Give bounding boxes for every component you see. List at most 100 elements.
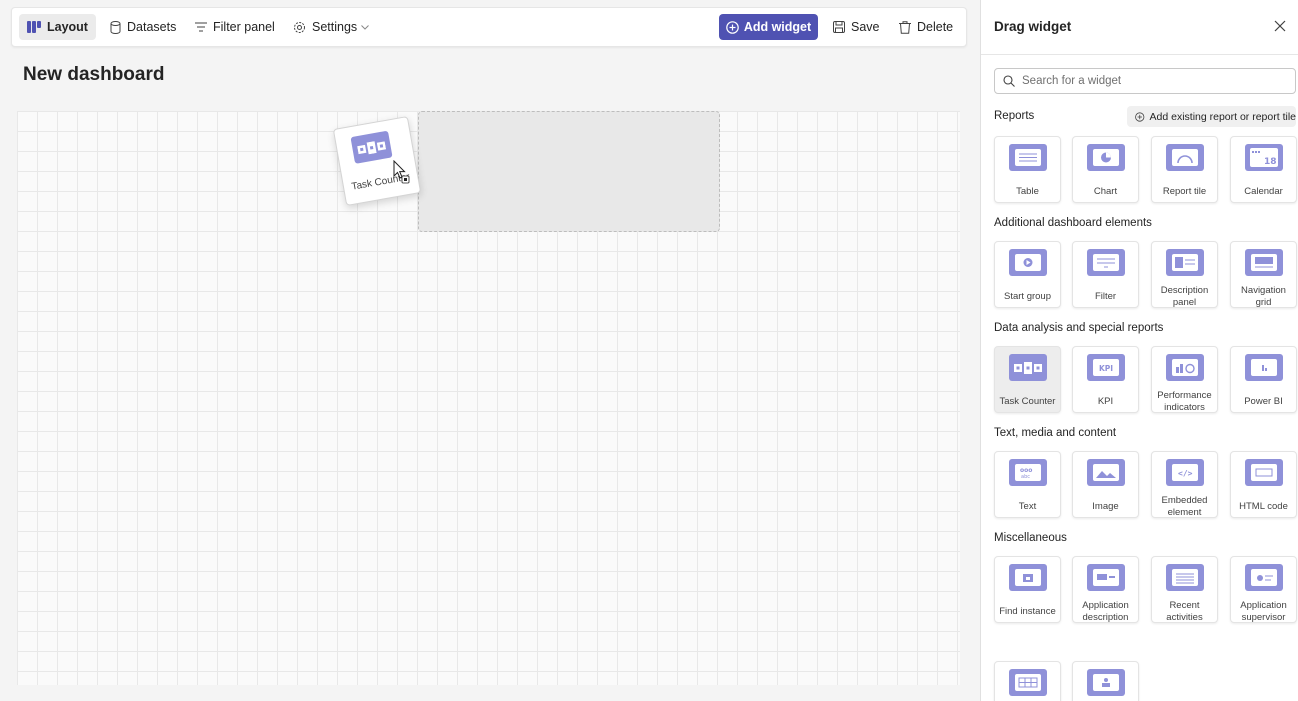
widget-tile-label: Filter <box>1094 291 1117 302</box>
delete-label: Delete <box>917 20 954 34</box>
filter-lines-icon <box>195 22 207 32</box>
widget-tile-filter[interactable]: Filter <box>1072 241 1139 308</box>
performance-indicators-icon <box>1166 354 1204 381</box>
calendar-icon: 18 <box>1245 144 1283 171</box>
section-title: Reports <box>994 110 1035 122</box>
database-icon <box>110 20 121 34</box>
widget-tile-label: Chart <box>1093 186 1118 197</box>
add-existing-report-button[interactable]: Add existing report or report tile <box>1127 106 1296 127</box>
save-icon <box>833 21 845 33</box>
move-cursor-icon <box>393 160 410 184</box>
add-existing-label: Add existing report or report tile <box>1149 110 1297 123</box>
widget-tile-label: Task Counter <box>999 396 1056 407</box>
widget-tile-text[interactable]: ooo abc Text <box>994 451 1061 518</box>
widget-tile-label: Application supervisor <box>1240 600 1287 623</box>
start-group-icon <box>1009 249 1047 276</box>
settings-menu[interactable]: Settings <box>285 14 377 40</box>
panel-header: Drag widget <box>981 0 1298 55</box>
widget-tile-application-description[interactable]: Application description <box>1072 556 1139 623</box>
settings-label: Settings <box>312 20 358 34</box>
widget-tile-label: Table <box>1016 186 1039 197</box>
widget-tile-recent-activities[interactable]: Recent activities <box>1151 556 1218 623</box>
layout-tab[interactable]: Layout <box>19 14 96 40</box>
filter-panel-tab[interactable]: Filter panel <box>187 14 283 40</box>
toolbar: Layout Datasets Filter panel Settings Ad… <box>11 7 967 47</box>
widget-tile-label: Description panel <box>1160 285 1209 308</box>
widget-tile-label: HTML code <box>1239 501 1288 512</box>
chevron-down-icon <box>361 24 370 30</box>
save-label: Save <box>851 20 880 34</box>
widget-tile-embedded-element[interactable]: </> Embedded element <box>1151 451 1218 518</box>
widget-tile-navigation-grid[interactable]: Navigation grid <box>1230 241 1297 308</box>
widget-tile-start-group[interactable]: Start group <box>994 241 1061 308</box>
section-title: Additional dashboard elements <box>994 217 1152 229</box>
search-input[interactable] <box>1022 75 1282 87</box>
section-title: Miscellaneous <box>994 532 1067 544</box>
widget-tile-label: KPI <box>1097 396 1114 407</box>
search-icon <box>1003 75 1015 87</box>
widget-tile-act-on-behalf[interactable]: Act on behalf <box>1072 661 1139 701</box>
widget-tile-label: Embedded element <box>1161 495 1208 518</box>
widget-tile-label: Performance indicators <box>1157 390 1212 413</box>
widget-tile-chart[interactable]: Chart <box>1072 136 1139 203</box>
widget-tile-application-supervisor[interactable]: Application supervisor <box>1230 556 1297 623</box>
layout-icon <box>27 21 41 33</box>
widget-tile-label: Navigation grid <box>1241 285 1286 308</box>
plus-circle-icon <box>726 20 739 34</box>
save-button[interactable]: Save <box>825 14 888 40</box>
layout-label: Layout <box>47 20 88 34</box>
widget-tile-label: Find instance <box>999 606 1056 617</box>
task-counter-icon <box>350 130 393 164</box>
drop-placeholder <box>418 111 720 232</box>
widget-tile-performance-indicators[interactable]: Performance indicators <box>1151 346 1218 413</box>
report-tile-icon <box>1166 144 1204 171</box>
page-title: New dashboard <box>23 64 165 85</box>
svg-text:abc: abc <box>1021 474 1030 480</box>
delete-button[interactable]: Delete <box>891 14 961 40</box>
section-title: Data analysis and special reports <box>994 322 1164 334</box>
text-icon: ooo abc <box>1009 459 1047 486</box>
chart-icon <box>1087 144 1125 171</box>
widget-tile-label: Start group <box>1004 291 1051 302</box>
html-code-icon <box>1245 459 1283 486</box>
widget-tile-label: Image <box>1092 501 1119 512</box>
add-widget-label: Add widget <box>743 20 812 34</box>
task-counter-icon <box>1009 354 1047 381</box>
widget-tile-label: Power BI <box>1244 396 1283 407</box>
power-bi-icon <box>1245 354 1283 381</box>
widget-tile-find-instance[interactable]: Find instance <box>994 556 1061 623</box>
widget-tile-label: Application description <box>1082 600 1129 623</box>
trash-icon <box>899 20 911 34</box>
table-icon <box>1009 144 1047 171</box>
datasets-label: Datasets <box>127 20 177 34</box>
filter-panel-label: Filter panel <box>213 20 275 34</box>
widget-tile-suggested-reports[interactable]: Suggested reports and.. <box>994 661 1061 701</box>
recent-activities-icon <box>1166 564 1204 591</box>
widget-tile-kpi[interactable]: KPI KPI <box>1072 346 1139 413</box>
application-supervisor-icon <box>1245 564 1283 591</box>
widget-tile-calendar[interactable]: 18 Calendar <box>1230 136 1297 203</box>
widget-tile-power-bi[interactable]: Power BI <box>1230 346 1297 413</box>
widget-tile-label: Report tile <box>1162 186 1207 197</box>
widget-search <box>994 68 1296 94</box>
panel-title: Drag widget <box>994 19 1072 34</box>
widget-tile-table[interactable]: Table <box>994 136 1061 203</box>
svg-text:18: 18 <box>1264 157 1277 167</box>
widget-tile-description-panel[interactable]: Description panel <box>1151 241 1218 308</box>
widget-tile-task-counter[interactable]: Task Counter <box>994 346 1061 413</box>
add-widget-button[interactable]: Add widget <box>719 14 818 40</box>
datasets-tab[interactable]: Datasets <box>102 14 184 40</box>
dashboard-editor: Layout Datasets Filter panel Settings Ad… <box>0 0 980 701</box>
widget-tile-image[interactable]: Image <box>1072 451 1139 518</box>
close-icon[interactable] <box>1273 19 1287 33</box>
embedded-element-icon: </> <box>1166 459 1204 486</box>
kpi-icon: KPI <box>1087 354 1125 381</box>
description-panel-icon <box>1166 249 1204 276</box>
image-icon <box>1087 459 1125 486</box>
drag-widget-panel: Drag widget Reports Table Chart Report tile… <box>980 0 1298 701</box>
widget-tile-label: Calendar <box>1244 186 1283 197</box>
suggested-reports-icon <box>1009 669 1047 696</box>
act-on-behalf-icon <box>1087 669 1125 696</box>
widget-tile-html-code[interactable]: HTML code <box>1230 451 1297 518</box>
widget-tile-report-tile[interactable]: Report tile <box>1151 136 1218 203</box>
